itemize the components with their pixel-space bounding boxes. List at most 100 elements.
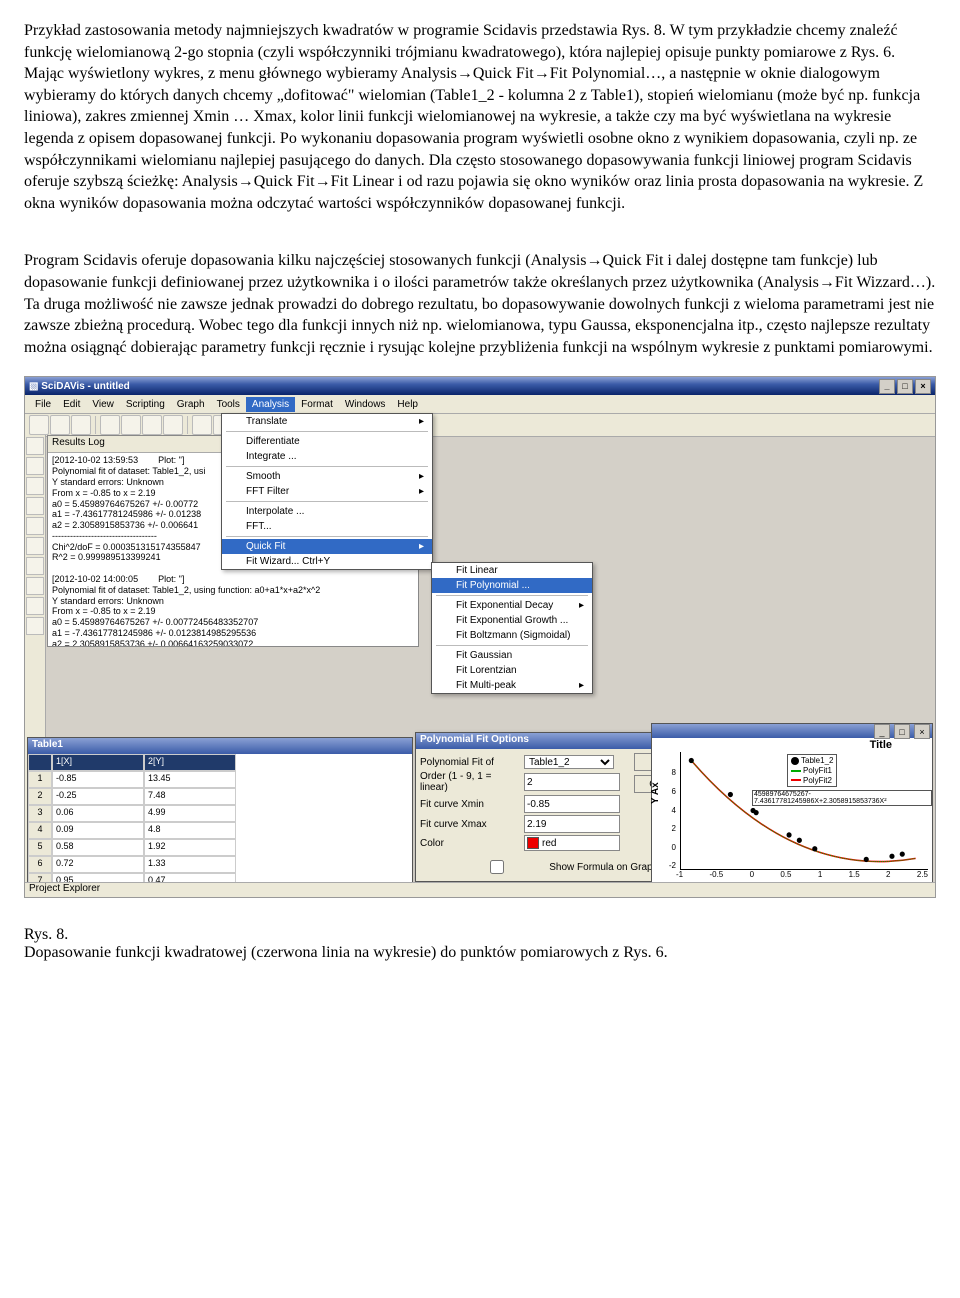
- close-button[interactable]: ×: [915, 379, 931, 394]
- analysis-menu-dropdown: Translate DifferentiateIntegrate ... Smoot…: [221, 413, 433, 570]
- color-select[interactable]: red: [524, 835, 620, 851]
- figure-caption: Rys. 8. Dopasowanie funkcji kwadratowej …: [24, 926, 936, 962]
- toolbar-button[interactable]: [50, 415, 70, 435]
- y-axis-ticks: 86420-2: [656, 768, 676, 870]
- table-cell[interactable]: -0.85: [52, 771, 144, 788]
- paragraph-2: Program Scidavis oferuje dopasowania kil…: [24, 250, 936, 358]
- table-cell[interactable]: 6: [28, 856, 52, 873]
- table-cell[interactable]: 1: [28, 771, 52, 788]
- menu-item[interactable]: FFT Filter: [222, 484, 432, 499]
- table-cell[interactable]: 1.33: [144, 856, 236, 873]
- menu-graph[interactable]: Graph: [171, 397, 211, 412]
- table-window-title[interactable]: Table1: [28, 738, 412, 754]
- chart-close-button[interactable]: ×: [914, 724, 930, 739]
- chart-window: _ □ × Title Table1_2 PolyFit1 PolyFit2 4…: [651, 723, 933, 891]
- toolbar-button[interactable]: [29, 415, 49, 435]
- toolbar-button[interactable]: [142, 415, 162, 435]
- table-cell[interactable]: 7.48: [144, 788, 236, 805]
- tool-button[interactable]: [26, 517, 44, 535]
- table-cell[interactable]: 2: [28, 788, 52, 805]
- submenu-item[interactable]: Fit Gaussian: [432, 648, 592, 663]
- plot-area: [680, 752, 928, 870]
- tool-button[interactable]: [26, 437, 44, 455]
- table-cell[interactable]: 1.92: [144, 839, 236, 856]
- quickfit-submenu: Fit LinearFit Polynomial ... Fit Exponent…: [431, 562, 593, 694]
- toolbar-button[interactable]: [100, 415, 120, 435]
- menu-scripting[interactable]: Scripting: [120, 397, 171, 412]
- xmin-label: Fit curve Xmin: [420, 799, 520, 810]
- submenu-item[interactable]: Fit Boltzmann (Sigmoidal): [432, 628, 592, 643]
- menu-item[interactable]: FFT...: [222, 519, 432, 534]
- menu-item[interactable]: Fit Wizard... Ctrl+Y: [222, 554, 432, 569]
- order-input[interactable]: [524, 773, 620, 791]
- table-cell[interactable]: 0.09: [52, 822, 144, 839]
- menu-file[interactable]: File: [29, 397, 57, 412]
- table-cell[interactable]: 0.72: [52, 856, 144, 873]
- toolbar-button[interactable]: [121, 415, 141, 435]
- chart-title: Title: [870, 739, 892, 751]
- table-cell[interactable]: 13.45: [144, 771, 236, 788]
- menu-bar: FileEditViewScriptingGraphToolsAnalysisF…: [25, 395, 935, 414]
- main-toolbar: [25, 414, 935, 437]
- tool-button[interactable]: [26, 597, 44, 615]
- menu-item[interactable]: Differentiate: [222, 434, 432, 449]
- table-cell[interactable]: 1[X]: [52, 754, 144, 771]
- submenu-item[interactable]: Fit Linear: [432, 563, 592, 578]
- table-cell[interactable]: 5: [28, 839, 52, 856]
- menu-help[interactable]: Help: [391, 397, 424, 412]
- tool-button[interactable]: [26, 577, 44, 595]
- table-window: Table1 1[X]2[Y] 1-0.8513.45 2-0.257.48 30.0…: [27, 737, 413, 889]
- menu-item[interactable]: Translate: [222, 414, 432, 429]
- status-bar[interactable]: Project Explorer: [25, 882, 935, 897]
- submenu-item[interactable]: Fit Polynomial ...: [432, 578, 592, 593]
- menu-item[interactable]: Integrate ...: [222, 449, 432, 464]
- color-label: Color: [420, 838, 520, 849]
- menu-item[interactable]: Interpolate ...: [222, 504, 432, 519]
- show-formula-checkbox[interactable]: [452, 860, 542, 874]
- toolbar-button[interactable]: [71, 415, 91, 435]
- table-cell[interactable]: 0.06: [52, 805, 144, 822]
- minimize-button[interactable]: _: [879, 379, 895, 394]
- menu-item[interactable]: Quick Fit: [222, 539, 432, 554]
- toolbar-button[interactable]: [163, 415, 183, 435]
- tool-button[interactable]: [26, 457, 44, 475]
- tool-button[interactable]: [26, 497, 44, 515]
- chart-max-button[interactable]: □: [894, 724, 910, 739]
- table-cell[interactable]: 2[Y]: [144, 754, 236, 771]
- menu-item[interactable]: Smooth: [222, 469, 432, 484]
- menu-tools[interactable]: Tools: [211, 397, 246, 412]
- toolbar-button[interactable]: [192, 415, 212, 435]
- tool-button[interactable]: [26, 557, 44, 575]
- chart-min-button[interactable]: _: [874, 724, 890, 739]
- maximize-button[interactable]: □: [897, 379, 913, 394]
- submenu-item[interactable]: Fit Exponential Growth ...: [432, 613, 592, 628]
- table-cell[interactable]: 4.99: [144, 805, 236, 822]
- xmin-input[interactable]: [524, 795, 620, 813]
- paragraph-1: Przykład zastosowania metody najmniejszy…: [24, 20, 936, 214]
- tool-button[interactable]: [26, 617, 44, 635]
- scidavis-screenshot: ▧ SciDAVis - untitled _ □ × FileEditView…: [24, 376, 936, 898]
- data-table: 1[X]2[Y] 1-0.8513.45 2-0.257.48 30.064.99 40…: [28, 754, 412, 898]
- window-title: SciDAVis - untitled: [41, 381, 130, 392]
- submenu-item[interactable]: Fit Multi-peak▸: [432, 678, 592, 693]
- menu-view[interactable]: View: [86, 397, 120, 412]
- submenu-item[interactable]: Fit Exponential Decay▸: [432, 598, 592, 613]
- menu-format[interactable]: Format: [295, 397, 339, 412]
- table-cell[interactable]: 4.8: [144, 822, 236, 839]
- tool-button[interactable]: [26, 477, 44, 495]
- window-titlebar: ▧ SciDAVis - untitled _ □ ×: [25, 377, 935, 395]
- chart-area: Title Table1_2 PolyFit1 PolyFit2 4598976…: [652, 738, 932, 890]
- tool-button[interactable]: [26, 537, 44, 555]
- xmax-input[interactable]: [524, 815, 620, 833]
- xmax-label: Fit curve Xmax: [420, 819, 520, 830]
- menu-analysis[interactable]: Analysis: [246, 397, 295, 412]
- table-cell[interactable]: 3: [28, 805, 52, 822]
- fit-of-select[interactable]: Table1_2: [524, 755, 614, 769]
- table-cell[interactable]: [28, 754, 52, 771]
- menu-edit[interactable]: Edit: [57, 397, 86, 412]
- submenu-item[interactable]: Fit Lorentzian: [432, 663, 592, 678]
- table-cell[interactable]: 4: [28, 822, 52, 839]
- table-cell[interactable]: -0.25: [52, 788, 144, 805]
- menu-windows[interactable]: Windows: [339, 397, 392, 412]
- table-cell[interactable]: 0.58: [52, 839, 144, 856]
